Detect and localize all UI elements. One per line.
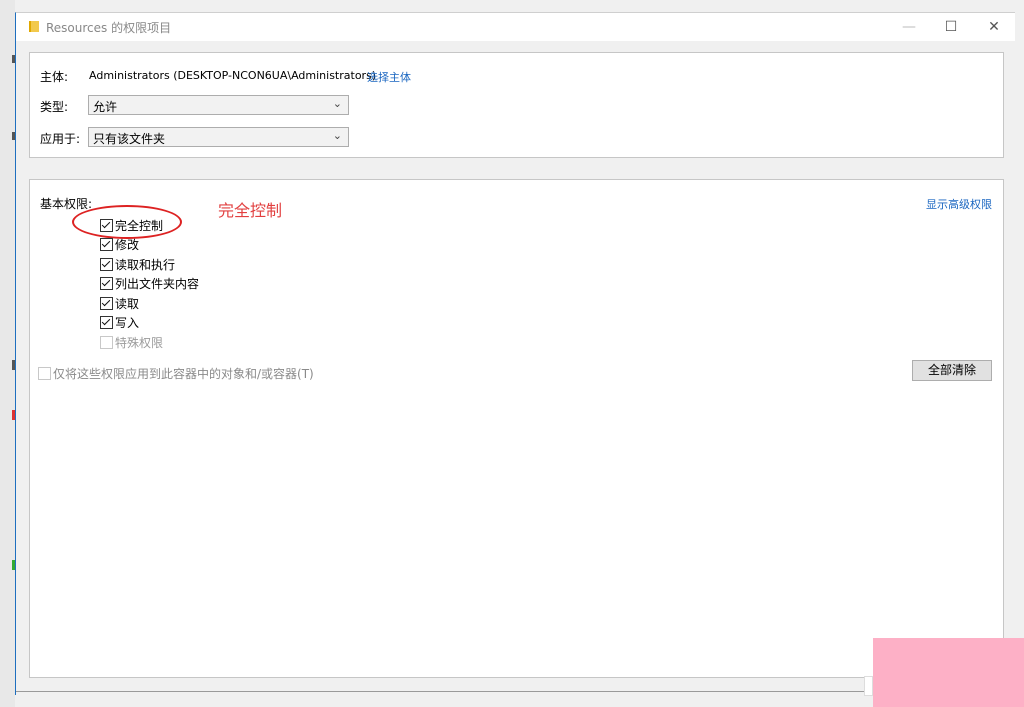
- type-dropdown[interactable]: 允许 ⌄: [88, 95, 349, 115]
- maximize-button[interactable]: ☐: [928, 15, 974, 41]
- permission-label: 读取: [115, 297, 140, 311]
- principal-group: 主体: Administrators (DESKTOP-NCON6UA\Admi…: [29, 52, 1004, 158]
- close-button[interactable]: ✕: [971, 15, 1017, 41]
- show-advanced-permissions-link[interactable]: 显示高级权限: [926, 196, 992, 212]
- apply-only-container-label: 仅将这些权限应用到此容器中的对象和/或容器(T): [53, 367, 314, 381]
- folder-icon: [29, 21, 39, 32]
- apply-only-container-checkbox: 仅将这些权限应用到此容器中的对象和/或容器(T): [38, 365, 314, 383]
- overlay-pink-block: [873, 638, 1024, 707]
- applies-to-dropdown-value: 只有该文件夹: [93, 132, 166, 146]
- clear-all-button[interactable]: 全部清除: [912, 360, 992, 381]
- checkbox-checked[interactable]: [100, 219, 113, 232]
- checkbox-checked[interactable]: [100, 277, 113, 290]
- permission-label: 修改: [115, 238, 140, 252]
- background-fragment: [864, 676, 873, 696]
- permission-read[interactable]: 读取: [100, 295, 139, 313]
- type-dropdown-value: 允许: [93, 100, 118, 114]
- basic-permissions-group: 基本权限: 显示高级权限 完全控制 完全控制 修改 读取和执行 列出文件夹内容 …: [29, 179, 1004, 678]
- title-bar: Resources 的权限项目 — ☐ ✕: [16, 13, 1015, 41]
- permission-label: 读取和执行: [115, 258, 176, 272]
- principal-value: Administrators (DESKTOP-NCON6UA\Administ…: [89, 69, 377, 82]
- background-desktop-strip: [0, 0, 16, 707]
- permission-label: 特殊权限: [115, 336, 164, 350]
- type-label: 类型:: [40, 100, 69, 114]
- select-principal-link[interactable]: 选择主体: [367, 69, 411, 85]
- minimize-button[interactable]: —: [886, 15, 932, 41]
- checkbox-checked[interactable]: [100, 316, 113, 329]
- checkbox-checked[interactable]: [100, 297, 113, 310]
- checkbox-checked[interactable]: [100, 258, 113, 271]
- permission-list-folder[interactable]: 列出文件夹内容: [100, 275, 199, 293]
- divider: [16, 691, 896, 692]
- checkbox-disabled: [38, 367, 51, 380]
- chevron-down-icon: ⌄: [332, 129, 342, 142]
- checkbox-checked[interactable]: [100, 238, 113, 251]
- permission-special: 特殊权限: [100, 334, 163, 352]
- permission-label: 写入: [115, 316, 140, 330]
- window-title: Resources 的权限项目: [46, 21, 172, 35]
- permission-read-execute[interactable]: 读取和执行: [100, 256, 175, 274]
- annotation-text: 完全控制: [218, 201, 283, 220]
- permission-label: 列出文件夹内容: [115, 277, 200, 291]
- chevron-down-icon: ⌄: [332, 97, 342, 110]
- applies-to-dropdown[interactable]: 只有该文件夹 ⌄: [88, 127, 349, 147]
- permission-entry-window: Resources 的权限项目 — ☐ ✕ 主体: Administrators…: [15, 12, 1015, 695]
- permission-full-control[interactable]: 完全控制: [100, 217, 163, 235]
- permission-label: 完全控制: [115, 219, 164, 233]
- permission-modify[interactable]: 修改: [100, 236, 139, 254]
- basic-permissions-label: 基本权限:: [40, 197, 93, 211]
- applies-to-label: 应用于:: [40, 132, 81, 146]
- checkbox-disabled: [100, 336, 113, 349]
- principal-label: 主体:: [40, 70, 69, 84]
- permission-write[interactable]: 写入: [100, 314, 139, 332]
